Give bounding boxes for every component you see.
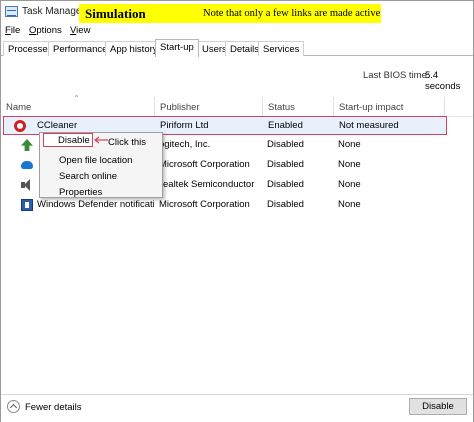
simulation-note: Note that only a few links are made acti… (203, 8, 381, 19)
row-publisher: Microsoft Corporation (159, 199, 250, 210)
logitech-icon (21, 139, 33, 151)
row-status: Disabled (267, 159, 304, 170)
disable-button[interactable]: Disable (409, 398, 467, 415)
collapse-chevron-icon[interactable] (7, 400, 20, 413)
window-title: Task Manager (22, 6, 85, 17)
row-publisher: Microsoft Corporation (159, 159, 250, 170)
row-impact: Not measured (339, 120, 399, 131)
row-status: Enabled (268, 120, 303, 131)
row-impact: None (338, 159, 361, 170)
menu-file-label: ile (10, 25, 21, 36)
row-publisher: ealtek Semiconductor (163, 179, 255, 190)
menu-options-label: ptions (36, 25, 62, 36)
fewer-details-link[interactable]: Fewer details (25, 402, 82, 413)
context-menu-properties[interactable]: Properties (59, 187, 102, 198)
row-publisher: ogitech, Inc. (159, 139, 211, 150)
row-impact: None (338, 179, 361, 190)
ccleaner-icon (14, 120, 26, 132)
menu-view-label: iew (76, 25, 91, 36)
simulation-banner: Simulation Note that only a few links ar… (79, 4, 381, 23)
context-menu-open-file-location[interactable]: Open file location (59, 155, 132, 166)
tab-performance[interactable]: Performance (48, 41, 113, 56)
column-header-name[interactable]: Name (1, 101, 154, 117)
bios-time-label: Last BIOS time: (363, 70, 430, 81)
task-manager-icon (5, 6, 18, 17)
context-menu-search-online[interactable]: Search online (59, 171, 117, 182)
defender-icon (21, 199, 33, 211)
bios-time-value: 5.4 seconds (425, 70, 461, 92)
context-menu-disable[interactable]: Disable (43, 133, 93, 147)
table-row[interactable]: Windows Defender notificati... Microsoft… (1, 196, 473, 215)
simulation-title: Simulation (85, 6, 146, 21)
row-name: Windows Defender notificati... (37, 199, 154, 210)
tab-app-history[interactable]: App history (105, 41, 163, 56)
onedrive-icon (21, 161, 33, 169)
tab-start-up[interactable]: Start-up (155, 39, 199, 57)
row-impact: None (338, 199, 361, 210)
column-divider[interactable] (444, 97, 445, 117)
row-status: Disabled (267, 179, 304, 190)
footer-bar: Fewer details Disable (1, 394, 473, 422)
row-name: CCleaner (37, 120, 78, 131)
title-bar: Task Manager Simulation Note that only a… (1, 1, 473, 23)
click-this-annotation: Click this (108, 137, 147, 148)
context-menu-disable-label: Disable (58, 135, 90, 146)
row-publisher: Piriform Ltd (160, 120, 209, 131)
row-status: Disabled (267, 139, 304, 150)
menu-bar: File Options View (1, 23, 473, 37)
pointer-arrow-icon (94, 136, 108, 144)
column-header-publisher[interactable]: Publisher (155, 101, 262, 117)
task-manager-window: Task Manager Simulation Note that only a… (0, 0, 474, 422)
menu-options[interactable]: Options (29, 25, 62, 36)
column-header-status[interactable]: Status (263, 101, 333, 117)
menu-file[interactable]: File (5, 25, 20, 36)
row-status: Disabled (267, 199, 304, 210)
column-header-startup-impact[interactable]: Start-up impact (334, 101, 444, 117)
tab-bar: Processes Performance App history Start-… (1, 39, 473, 57)
row-impact: None (338, 139, 361, 150)
speaker-icon (21, 179, 33, 191)
tab-services[interactable]: Services (258, 41, 305, 56)
menu-view[interactable]: View (70, 25, 90, 36)
